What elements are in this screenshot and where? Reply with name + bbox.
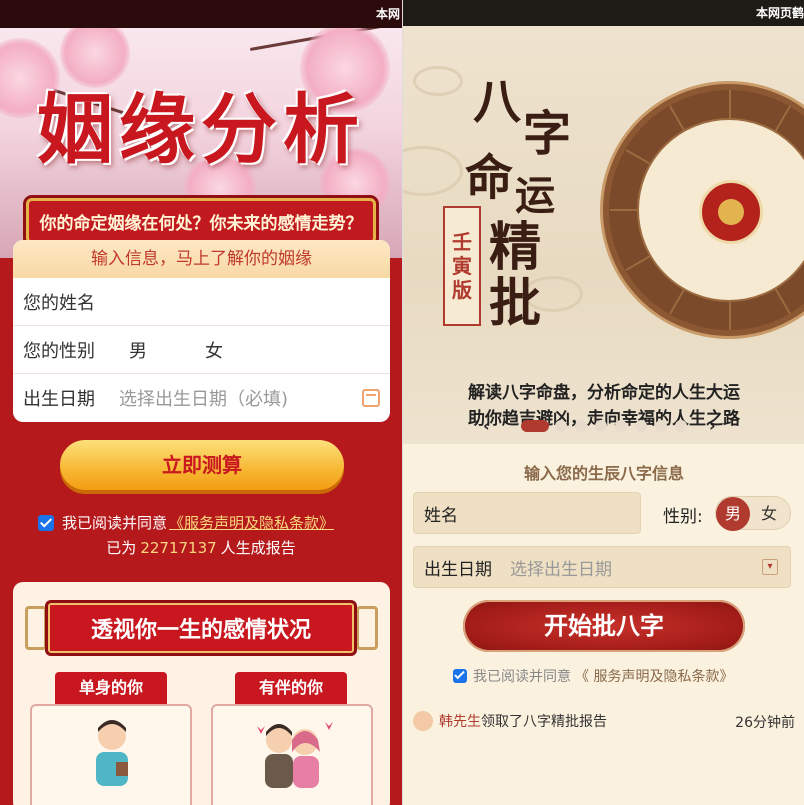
- tag-single[interactable]: 单身的你: [55, 672, 167, 704]
- calendar-icon[interactable]: [362, 389, 380, 407]
- section-title: 透视你一生的感情状况: [90, 617, 311, 643]
- right-panel: 本网页鹤 八 字 命 运 精 批 壬 寅 版 解读八字命盘，分析命定的人生大运 …: [402, 0, 804, 805]
- ornament-right: [356, 606, 378, 650]
- ticker-name: 韩先生: [439, 714, 481, 730]
- edition-char: 版: [452, 278, 472, 302]
- right-topbar: 本网页鹤: [403, 0, 804, 26]
- gender-label: 您的性别: [23, 340, 95, 362]
- tag-partner[interactable]: 有伴的你: [235, 672, 347, 704]
- count-value: 22717137: [140, 539, 217, 557]
- gender-male-option[interactable]: 男: [129, 337, 147, 363]
- agree-text: 我已阅读并同意: [62, 514, 168, 532]
- carousel-dot[interactable]: [655, 420, 667, 432]
- cloud-decoration: [413, 66, 463, 96]
- title-char: 字: [523, 106, 572, 162]
- hero-subtitle: 你的命定姻缘在何处？你未来的感情走势？: [39, 213, 363, 234]
- gender-female-option[interactable]: 女: [205, 337, 223, 363]
- bazi-terms-link[interactable]: 《 服务声明及隐私条款》: [575, 666, 733, 686]
- title-char: 批: [489, 273, 542, 334]
- agree-checkbox[interactable]: [38, 514, 54, 531]
- birth-label: 出生日期: [424, 559, 492, 580]
- count-suffix: 人生成报告: [220, 539, 296, 557]
- calculate-button[interactable]: 立即测算: [60, 440, 344, 490]
- info-form: 输入信息，马上了解你的姻缘 您的姓名 您的性别 男 女 出生日期 选择出生日期（…: [13, 240, 390, 422]
- banner-line-1: 解读八字命盘，分析命定的人生大运: [468, 383, 740, 403]
- carousel-prev-arrow[interactable]: ‹: [483, 416, 490, 435]
- name-placeholder: 姓名: [424, 505, 458, 526]
- carousel-dot[interactable]: [615, 420, 627, 432]
- hero-title: 姻缘分析: [37, 85, 365, 174]
- form-header: 输入信息，马上了解你的姻缘: [13, 240, 390, 278]
- gender-male-option[interactable]: 男: [716, 497, 750, 531]
- name-field[interactable]: 您的姓名: [13, 278, 390, 326]
- bazi-name-input[interactable]: 姓名: [413, 492, 641, 534]
- couple-illustration: [257, 722, 333, 788]
- count-prefix: 已为: [106, 539, 137, 557]
- title-char: 运: [515, 172, 555, 219]
- birth-placeholder: 选择出生日期（必填): [119, 389, 289, 410]
- single-person-illustration: [96, 720, 128, 786]
- birth-placeholder: 选择出生日期: [510, 559, 612, 580]
- edition-seal: 壬 寅 版: [443, 206, 481, 326]
- edition-char: 壬: [452, 230, 472, 254]
- hero-banner: 姻缘分析 你的命定姻缘在何处？你未来的感情走势？: [0, 28, 402, 258]
- title-char: 命: [465, 150, 514, 206]
- section-header: 透视你一生的感情状况: [45, 600, 357, 656]
- bazi-gender-toggle[interactable]: 男 女: [715, 496, 791, 531]
- carousel-dot[interactable]: [675, 420, 687, 432]
- carousel-dot[interactable]: [595, 420, 607, 432]
- wheel-inner-ring: [637, 118, 804, 302]
- birth-date-field[interactable]: 出生日期 选择出生日期（必填): [13, 374, 390, 422]
- ornament-left: [25, 606, 47, 650]
- terms-link[interactable]: 《服务声明及隐私条款》: [169, 512, 334, 533]
- hero-subtitle-banner: 你的命定姻缘在何处？你未来的感情走势？: [26, 198, 376, 244]
- agreement-line: 我已阅读并同意 《服务声明及隐私条款》: [38, 512, 378, 533]
- report-count: 已为 22717137 人生成报告: [0, 537, 402, 558]
- edition-char: 寅: [452, 254, 472, 278]
- left-topbar: 本网: [0, 0, 402, 28]
- title-char: 八: [473, 74, 522, 130]
- bazi-wheel: [603, 84, 804, 336]
- chevron-down-icon[interactable]: ▾: [762, 559, 778, 575]
- partner-illustration-box: [211, 704, 373, 805]
- carousel-indicator: ‹ ›: [403, 416, 804, 436]
- avatar: [413, 711, 433, 731]
- carousel-dot[interactable]: [575, 420, 587, 432]
- bazi-gender-label: 性别:: [663, 507, 703, 527]
- carousel-dot-active[interactable]: [521, 420, 549, 432]
- birth-label: 出生日期: [23, 389, 95, 410]
- start-bazi-button[interactable]: 开始批八字: [463, 600, 745, 652]
- carousel-dot[interactable]: [635, 420, 647, 432]
- ticker-action: 领取了八字精批报告: [481, 714, 607, 730]
- gender-field: 您的性别 男 女: [13, 326, 390, 374]
- wheel-center-seal: [699, 180, 763, 244]
- carousel-dot[interactable]: [555, 420, 567, 432]
- ticker-time: 26分钟前: [735, 715, 795, 731]
- bazi-banner: 八 字 命 运 精 批 壬 寅 版 解读八字命盘，分析命定的人生大运 助你趋吉避…: [403, 26, 804, 444]
- activity-ticker: 韩先生 领取了八字精批报告 26分钟前: [413, 708, 795, 734]
- left-panel: 本网 姻缘分析 你的命定姻缘在何处？你未来的感情走势？ 输入信息，马上了解你的姻…: [0, 0, 402, 805]
- single-illustration-box: [30, 704, 192, 805]
- bazi-form-title: 输入您的生辰八字信息: [523, 464, 684, 483]
- bazi-birth-input[interactable]: 出生日期 选择出生日期 ▾: [413, 546, 791, 588]
- cloud-decoration: [403, 146, 463, 196]
- bazi-agreement-line: 我已阅读并同意 《 服务声明及隐私条款》: [453, 666, 733, 686]
- title-char: 精: [489, 217, 542, 278]
- bazi-agree-checkbox[interactable]: [453, 669, 467, 683]
- name-label: 您的姓名: [23, 292, 95, 314]
- page: 本网 姻缘分析 你的命定姻缘在何处？你未来的感情走势？ 输入信息，马上了解你的姻…: [0, 0, 804, 805]
- gender-female-option[interactable]: 女: [754, 497, 784, 531]
- bazi-agree-text: 我已阅读并同意: [473, 669, 571, 685]
- emotion-section: 透视你一生的感情状况 单身的你 有伴的你: [13, 582, 390, 805]
- carousel-next-arrow[interactable]: ›: [709, 416, 716, 435]
